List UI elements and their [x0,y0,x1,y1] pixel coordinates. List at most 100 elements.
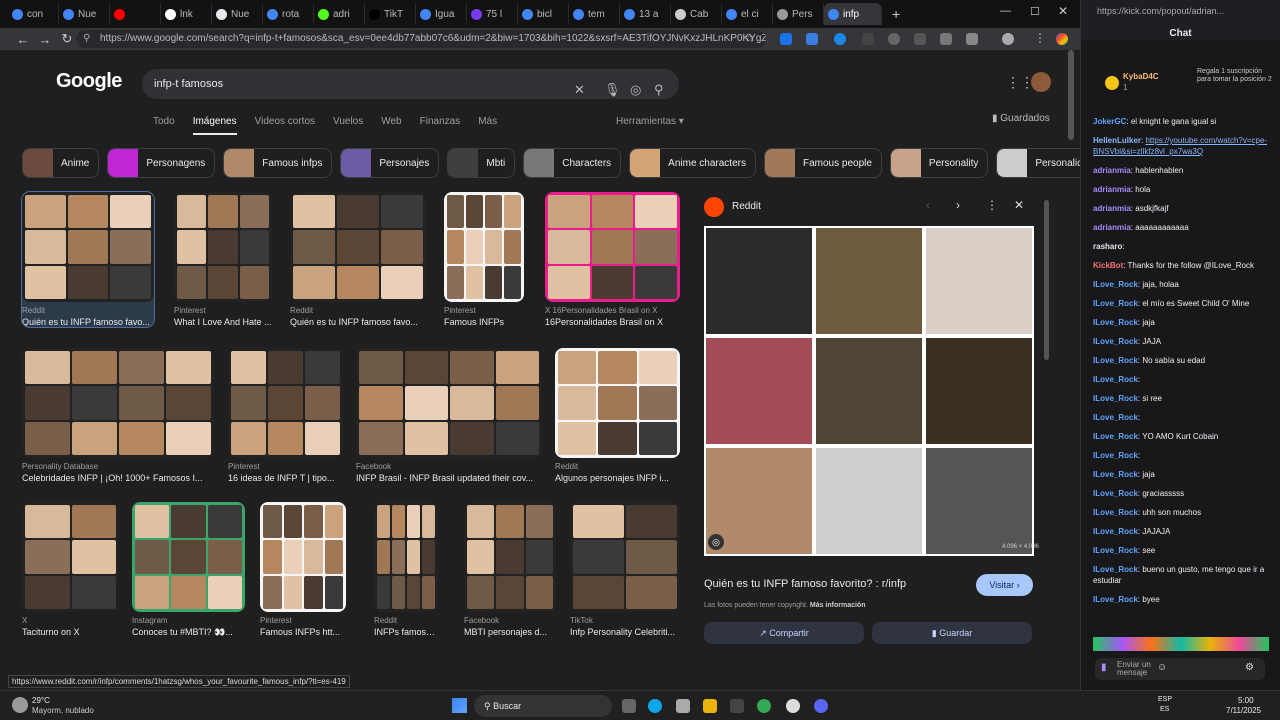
extension-icon[interactable] [966,33,978,45]
site-info-icon[interactable]: ⚲ [83,30,90,48]
lens-search-icon[interactable]: ◎ [708,534,724,550]
related-chip[interactable]: Personagens [107,148,216,178]
start-icon[interactable] [452,698,467,713]
forward-icon[interactable]: → [34,32,56,47]
related-chip[interactable]: Personajes [340,148,440,178]
lens-icon[interactable]: ◎ [630,75,641,105]
result-title[interactable]: Quién es tu INFP famoso favo... [22,317,154,327]
menu-icon[interactable]: ⋮ [1034,31,1046,45]
nav-tab[interactable]: Vuelos [333,116,363,135]
image-result[interactable]: X Taciturno on X [22,502,119,637]
account-avatar[interactable] [1031,72,1051,92]
browser-tab[interactable]: infp [824,3,882,25]
store-icon[interactable] [676,699,690,713]
clear-icon[interactable]: ✕ [574,75,585,105]
result-title[interactable]: Quién es tu INFP famoso favo... [290,317,426,327]
file-explorer-icon[interactable] [703,699,717,713]
next-icon[interactable]: › [956,198,960,212]
result-title[interactable]: Infp Personality Celebriti... [570,627,680,637]
related-chip[interactable]: Personalidade [996,148,1080,178]
google-logo[interactable]: Google [56,70,122,93]
chat-username[interactable]: ILove_Rock [1093,451,1138,460]
image-result[interactable]: Reddit Quién es tu INFP famoso favo... [290,192,426,327]
browser-tab[interactable]: lnk [161,3,212,25]
browser-tab[interactable]: adri [314,3,365,25]
visit-button[interactable]: Visitar › [976,574,1033,596]
result-title[interactable]: Celebridades INFP | ¡Oh! 1000+ Famosos I… [22,473,214,483]
chat-username[interactable]: HellenLulker [1093,136,1141,145]
browser-tab[interactable]: Cab [671,3,722,25]
chat-username[interactable]: ILove_Rock [1093,280,1138,289]
mic-icon[interactable]: ▮ [1101,662,1107,673]
reload-icon[interactable]: ↻ [56,31,78,47]
back-icon[interactable]: ← [12,32,34,47]
discord-icon[interactable] [814,699,828,713]
chat-username[interactable]: ILove_Rock [1093,318,1138,327]
extension-icon[interactable] [806,33,818,45]
page-scrollbar[interactable] [1068,50,1074,140]
browser-tab[interactable]: TikT [365,3,416,25]
chat-username[interactable]: ILove_Rock [1093,489,1138,498]
app-icon[interactable] [786,699,800,713]
emoji-icon[interactable]: ☺ [1157,662,1167,673]
settings-icon[interactable]: ⚙ [1245,662,1254,673]
microphone-icon[interactable]: 🎙 [604,75,621,105]
related-chip[interactable]: Mbti [447,148,516,178]
maximize-button[interactable]: ☐ [1030,5,1040,18]
chat-username[interactable]: adrianmia [1093,204,1131,213]
result-title[interactable]: INFP Brasil - INFP Brasil updated their … [356,473,542,483]
image-result[interactable]: Pinterest What I Love And Hate ... [174,192,272,327]
chat-username[interactable]: ILove_Rock [1093,546,1138,555]
panel-title[interactable]: Quién es tu INFP famoso favorito? : r/in… [704,578,906,590]
image-result[interactable]: Reddit Quién es tu INFP famoso favo... [21,191,155,328]
apps-grid-icon[interactable]: ⋮⋮ [1006,74,1034,91]
chat-username[interactable]: ILove_Rock [1093,432,1138,441]
chat-username[interactable]: JokerGC [1093,117,1126,126]
chat-username[interactable]: ILove_Rock [1093,299,1138,308]
result-title[interactable]: Algunos personajes INFP i... [555,473,680,483]
extension-icon[interactable] [862,33,874,45]
chat-input[interactable]: ▮ Enviar un mensaje ☺ ⚙ [1095,658,1265,680]
result-title[interactable]: Taciturno on X [22,627,119,637]
gemini-icon[interactable] [1056,33,1068,45]
browser-tab[interactable]: 75 l [467,3,518,25]
scrollbar[interactable] [1044,200,1049,360]
nav-tab[interactable]: Finanzas [420,116,461,135]
image-result[interactable]: Facebook MBTI personajes d... [464,502,556,637]
clock-date[interactable]: 7/11/2025 [1226,706,1261,715]
extension-icon[interactable] [888,33,900,45]
browser-tab[interactable]: el ci [722,3,773,25]
browser-tab[interactable]: bicl [518,3,569,25]
image-result[interactable]: Pinterest Famous INFPs [444,192,524,327]
nav-tab[interactable]: Más [478,116,497,135]
nav-tab[interactable]: Imágenes [192,116,237,135]
chat-username[interactable]: ILove_Rock [1093,470,1138,479]
browser-tab[interactable]: tem [569,3,620,25]
preview-image[interactable] [704,226,1034,556]
extension-icon[interactable] [914,33,926,45]
related-chip[interactable]: Anime [22,148,100,178]
image-result[interactable]: Instagram Conoces tu #MBTI? 👀... [132,502,245,638]
chat-username[interactable]: KickBot [1093,261,1123,270]
image-result[interactable]: Personality Database Celebridades INFP | … [22,348,214,483]
chat-username[interactable]: adrianmia [1093,223,1131,232]
extension-icon[interactable] [940,33,952,45]
chat-username[interactable]: ILove_Rock [1093,356,1138,365]
result-title[interactable]: Conoces tu #MBTI? 👀... [132,627,245,638]
chat-username[interactable]: ILove_Rock [1093,394,1138,403]
related-chip[interactable]: Anime characters [629,148,756,178]
close-window-button[interactable]: ✕ [1058,4,1068,18]
result-title[interactable]: MBTI personajes d... [464,627,556,637]
extension-icon[interactable] [780,33,792,45]
chat-username[interactable]: ILove_Rock [1093,527,1138,536]
related-chip[interactable]: Personality [889,148,989,178]
share-button[interactable]: ↗ Compartir [704,622,864,644]
extension-icon[interactable] [834,33,846,45]
related-chip[interactable]: Famous infps [223,148,333,178]
bookmark-star-icon[interactable]: ☆ [744,31,755,45]
result-title[interactable]: 16 ideas de INFP T | tipo... [228,473,343,483]
image-result[interactable]: Pinterest 16 ideas de INFP T | tipo... [228,348,343,483]
result-title[interactable]: 16Personalidades Brasil on X [545,317,680,327]
chat-username[interactable]: ILove_Rock [1093,375,1138,384]
browser-tab[interactable] [110,3,161,25]
